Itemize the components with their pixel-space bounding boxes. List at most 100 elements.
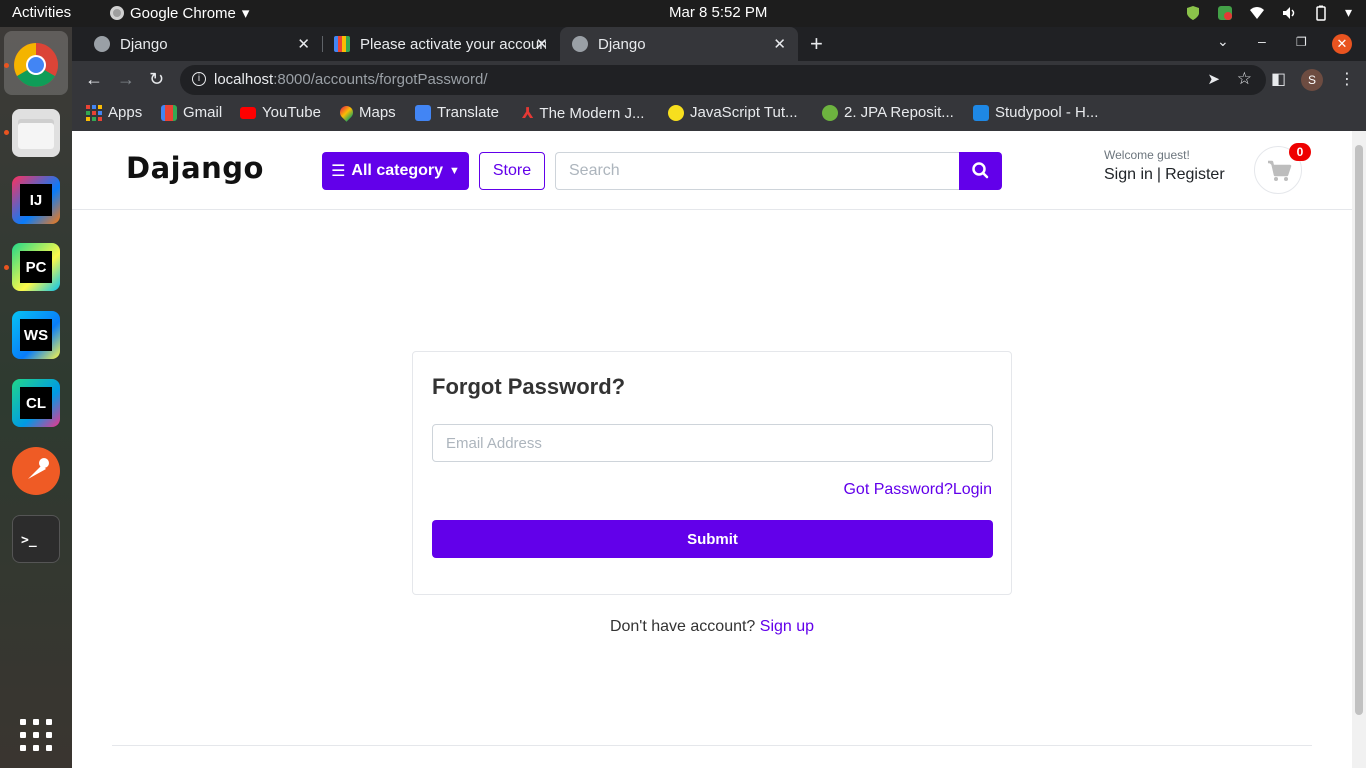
no-account-text: Don't have account?: [609, 618, 756, 635]
dock-show-apps[interactable]: [12, 711, 60, 759]
scrollbar-thumb[interactable]: [1355, 145, 1363, 715]
clock[interactable]: Mar 8 5:52 PM: [669, 4, 767, 21]
email-field[interactable]: [432, 424, 993, 462]
hamburger-icon: ☰: [331, 163, 346, 180]
dock-terminal[interactable]: >_: [12, 515, 60, 563]
caret-down-icon: ▼: [449, 165, 460, 177]
star-icon[interactable]: ☆: [1237, 69, 1252, 89]
bookmark-apps[interactable]: Apps: [86, 104, 142, 121]
signup-prompt: Don't have account? Sign up: [72, 618, 1352, 636]
postman-icon: [28, 458, 49, 479]
bookmark-translate[interactable]: Translate: [415, 104, 499, 121]
profile-avatar[interactable]: S: [1301, 69, 1323, 91]
browser-toolbar: ← → ↻ i localhost:8000/accounts/forgotPa…: [72, 61, 1366, 99]
system-tray[interactable]: ▾: [1185, 4, 1352, 21]
window-close-icon[interactable]: ✕: [1332, 34, 1352, 54]
dock: IJ PC WS CL >_: [0, 27, 72, 768]
url-path: :8000/accounts/forgotPassword/: [273, 71, 488, 88]
app-menu[interactable]: Google Chrome ▾: [110, 4, 249, 22]
spring-icon: [822, 104, 838, 121]
tab-search-icon[interactable]: ⌄: [1217, 33, 1229, 50]
got-password-login-link[interactable]: Got Password?Login: [843, 481, 992, 499]
tab-title: Django: [598, 35, 646, 53]
studypool-icon: [973, 104, 989, 121]
address-bar[interactable]: i localhost:8000/accounts/forgotPassword…: [180, 65, 1266, 95]
apps-grid-icon: [86, 104, 102, 121]
dock-postman[interactable]: [12, 447, 60, 495]
bookmark-label: Studypool - H...: [995, 104, 1099, 121]
dock-files[interactable]: [12, 109, 60, 157]
dock-webstorm[interactable]: WS: [12, 311, 60, 359]
all-category-button[interactable]: ☰ All category ▼: [322, 152, 469, 190]
volume-icon: [1282, 6, 1295, 19]
register-link[interactable]: Register: [1165, 166, 1225, 183]
info-icon[interactable]: i: [192, 72, 206, 86]
running-indicator: [4, 130, 9, 135]
battery-icon: [1316, 5, 1326, 21]
bookmark-studypool[interactable]: Studypool - H...: [973, 104, 1098, 121]
submit-button[interactable]: Submit: [432, 520, 993, 558]
webstorm-label: WS: [23, 326, 49, 344]
terminal-icon: >_: [21, 532, 37, 548]
back-icon[interactable]: ←: [85, 69, 103, 90]
side-panel-icon[interactable]: ◧: [1271, 69, 1286, 89]
brand-logo[interactable]: Dajango: [126, 151, 264, 185]
maps-pin-icon: [337, 103, 356, 122]
apps-grid-icon: [20, 719, 52, 751]
shield-icon: [1186, 5, 1199, 20]
bookmark-youtube[interactable]: YouTube: [240, 104, 321, 121]
minimize-icon[interactable]: –: [1258, 33, 1266, 49]
auth-separator: |: [1156, 166, 1162, 183]
bookmark-javascript-tut[interactable]: JavaScript Tut...: [668, 104, 798, 121]
search-input[interactable]: [555, 152, 960, 190]
dock-pycharm[interactable]: PC: [12, 243, 60, 291]
app-menu-label: Google Chrome: [130, 4, 236, 22]
close-icon[interactable]: ✕: [773, 35, 786, 53]
intellij-label: IJ: [29, 191, 43, 209]
maximize-icon[interactable]: ❐: [1296, 35, 1307, 49]
browser-window: Django ✕ Please activate your account ✕ …: [72, 27, 1366, 768]
cart-count-badge: 0: [1289, 143, 1311, 161]
running-indicator: [4, 265, 9, 270]
wifi-icon: [1249, 6, 1264, 19]
bookmark-label: The Modern J...: [539, 104, 645, 122]
tab-django-1[interactable]: Django ✕: [72, 27, 322, 61]
bookmark-label: 2. JPA Reposit...: [844, 104, 954, 121]
tab-django-active[interactable]: Django ✕: [560, 27, 798, 61]
bookmark-jpa[interactable]: 2. JPA Reposit...: [822, 104, 954, 121]
send-icon[interactable]: ➤: [1207, 70, 1220, 88]
bookmark-label: Gmail: [183, 104, 223, 121]
search-icon: [972, 162, 989, 179]
bookmark-gmail[interactable]: Gmail: [161, 104, 222, 121]
close-icon[interactable]: ✕: [535, 35, 548, 53]
forgot-password-card: Forgot Password? Got Password?Login Subm…: [412, 351, 1012, 595]
pycharm-label: PC: [25, 258, 47, 276]
chrome-icon: [110, 6, 124, 20]
dock-intellij[interactable]: IJ: [12, 176, 60, 224]
system-top-bar: Activities Google Chrome ▾ Mar 8 5:52 PM…: [0, 0, 1366, 27]
dock-chrome[interactable]: [12, 41, 60, 89]
menu-kebab-icon[interactable]: ⋮: [1339, 69, 1355, 89]
activities-button[interactable]: Activities: [12, 4, 71, 21]
bookmark-maps[interactable]: Maps: [337, 103, 396, 122]
sign-in-link[interactable]: Sign in: [1104, 166, 1153, 183]
bookmark-label: JavaScript Tut...: [690, 104, 798, 121]
bookmark-modern-js[interactable]: ⅄ The Modern J...: [522, 104, 645, 123]
new-tab-button[interactable]: +: [810, 31, 823, 57]
url-host: localhost: [214, 71, 274, 88]
reload-icon[interactable]: ↻: [149, 69, 164, 90]
bookmarks-bar: Apps Gmail YouTube Maps Translate ⅄ The …: [72, 99, 1366, 131]
url-text[interactable]: localhost:8000/accounts/forgotPassword/: [214, 71, 488, 88]
dock-clion[interactable]: CL: [12, 379, 60, 427]
close-icon[interactable]: ✕: [297, 35, 310, 53]
forward-icon[interactable]: →: [117, 69, 135, 90]
bookmark-label: Maps: [359, 104, 396, 121]
page-scrollbar[interactable]: [1352, 131, 1366, 768]
bookmark-label: Apps: [108, 104, 143, 121]
tab-gmail[interactable]: Please activate your account ✕: [322, 27, 560, 61]
store-button[interactable]: Store: [479, 152, 545, 190]
clion-label: CL: [26, 394, 46, 412]
sign-up-link[interactable]: Sign up: [760, 618, 814, 635]
gmail-icon: [334, 36, 350, 52]
search-button[interactable]: [959, 152, 1002, 190]
